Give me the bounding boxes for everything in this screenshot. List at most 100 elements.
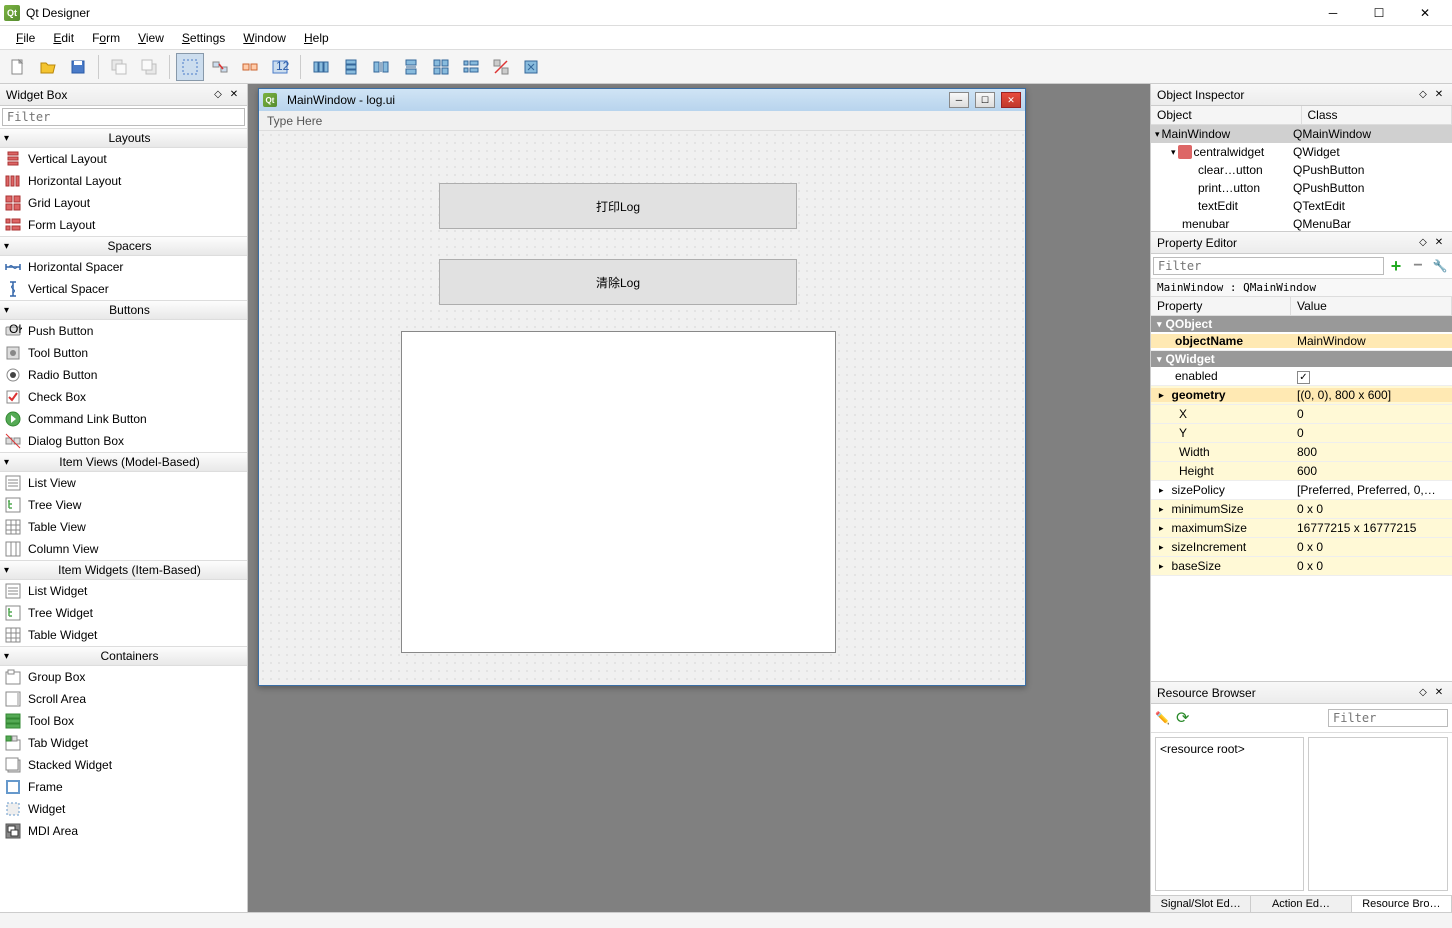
widget-item[interactable]: List View [0, 472, 247, 494]
widget-item[interactable]: MDI Area [0, 820, 247, 842]
layout-grid-icon[interactable] [427, 53, 455, 81]
edit-widgets-icon[interactable] [176, 53, 204, 81]
widget-item[interactable]: Vertical Spacer [0, 278, 247, 300]
open-file-icon[interactable] [34, 53, 62, 81]
config-icon[interactable]: 🔧 [1430, 256, 1450, 276]
category-header[interactable]: ▾Spacers [0, 236, 247, 256]
widget-item[interactable]: Tool Box [0, 710, 247, 732]
widget-item[interactable]: OKPush Button [0, 320, 247, 342]
type-here-hint[interactable]: Type Here [267, 114, 322, 128]
category-header[interactable]: ▾Item Widgets (Item-Based) [0, 560, 247, 580]
object-row[interactable]: menubarQMenuBar [1151, 215, 1452, 231]
resource-filter-input[interactable] [1328, 709, 1448, 727]
widget-item[interactable]: Tree View [0, 494, 247, 516]
widget-item[interactable]: Radio Button [0, 364, 247, 386]
edit-resources-icon[interactable]: ✏️ [1155, 711, 1170, 725]
property-group[interactable]: ▾ QObject [1151, 316, 1452, 332]
new-file-icon[interactable] [4, 53, 32, 81]
widget-item[interactable]: Tab Widget [0, 732, 247, 754]
property-table[interactable]: ▾ QObjectobjectNameMainWindow▾ QWidgeten… [1151, 316, 1452, 681]
print-log-button[interactable]: 打印Log [439, 183, 797, 229]
widget-item[interactable]: Command Link Button [0, 408, 247, 430]
category-header[interactable]: ▾Containers [0, 646, 247, 666]
dock-float-icon[interactable]: ◇ [1416, 88, 1430, 102]
close-button[interactable]: ✕ [1402, 0, 1448, 26]
menu-settings[interactable]: Settings [174, 29, 233, 47]
property-filter-input[interactable] [1153, 257, 1384, 275]
edit-buddies-icon[interactable] [236, 53, 264, 81]
menu-window[interactable]: Window [235, 29, 294, 47]
property-group[interactable]: ▾ QWidget [1151, 351, 1452, 367]
widget-item[interactable]: Form Layout [0, 214, 247, 236]
dock-float-icon[interactable]: ◇ [1416, 236, 1430, 250]
design-window[interactable]: Qt MainWindow - log.ui ─ ☐ ✕ Type Here 打… [258, 88, 1026, 686]
edit-signals-icon[interactable] [206, 53, 234, 81]
property-row[interactable]: ▸sizePolicy[Preferred, Preferred, 0,… [1151, 481, 1452, 500]
category-header[interactable]: ▾Buttons [0, 300, 247, 320]
design-window-titlebar[interactable]: Qt MainWindow - log.ui ─ ☐ ✕ [259, 89, 1025, 111]
clear-log-button[interactable]: 清除Log [439, 259, 797, 305]
widget-item[interactable]: Tool Button [0, 342, 247, 364]
bring-front-icon[interactable] [135, 53, 163, 81]
reload-resources-icon[interactable]: ⟳ [1176, 708, 1189, 728]
widget-item[interactable]: Column View [0, 538, 247, 560]
widget-item[interactable]: Check Box [0, 386, 247, 408]
category-header[interactable]: ▾Layouts [0, 128, 247, 148]
property-row[interactable]: Y0 [1151, 424, 1452, 443]
remove-property-icon[interactable]: − [1408, 256, 1428, 276]
widget-item[interactable]: Vertical Layout [0, 148, 247, 170]
widget-item[interactable]: Widget [0, 798, 247, 820]
property-row[interactable]: Height600 [1151, 462, 1452, 481]
object-row[interactable]: print…uttonQPushButton [1151, 179, 1452, 197]
minimize-button[interactable]: ─ [1310, 0, 1356, 26]
send-back-icon[interactable] [105, 53, 133, 81]
widget-item[interactable]: Scroll Area [0, 688, 247, 710]
object-row[interactable]: textEditQTextEdit [1151, 197, 1452, 215]
maximize-button[interactable]: ☐ [1356, 0, 1402, 26]
property-row[interactable]: ▸geometry[(0, 0), 800 x 600] [1151, 386, 1452, 405]
property-row[interactable]: objectNameMainWindow [1151, 332, 1452, 351]
adjust-size-icon[interactable] [517, 53, 545, 81]
widget-item[interactable]: Frame [0, 776, 247, 798]
menu-file[interactable]: File [8, 29, 43, 47]
dock-float-icon[interactable]: ◇ [211, 88, 225, 102]
widget-item[interactable]: Dialog Button Box [0, 430, 247, 452]
design-canvas[interactable]: 打印Log 清除Log [259, 131, 1025, 685]
edit-taborder-icon[interactable]: 123 [266, 53, 294, 81]
resource-preview[interactable] [1308, 737, 1449, 891]
property-row[interactable]: ▸baseSize0 x 0 [1151, 557, 1452, 576]
widget-filter-input[interactable] [2, 108, 245, 126]
widget-item[interactable]: Table Widget [0, 624, 247, 646]
layout-horiz-splitter-icon[interactable] [367, 53, 395, 81]
break-layout-icon[interactable] [487, 53, 515, 81]
property-row[interactable]: Width800 [1151, 443, 1452, 462]
design-menubar[interactable]: Type Here [259, 111, 1025, 131]
tab-resource-browser[interactable]: Resource Bro… [1352, 896, 1452, 912]
tab-action-editor[interactable]: Action Ed… [1251, 896, 1351, 912]
tab-signal-slot[interactable]: Signal/Slot Ed… [1151, 896, 1251, 912]
dock-close-icon[interactable]: ✕ [1432, 236, 1446, 250]
dock-close-icon[interactable]: ✕ [227, 88, 241, 102]
widget-item[interactable]: Horizontal Spacer [0, 256, 247, 278]
design-max-button[interactable]: ☐ [975, 92, 995, 108]
menu-view[interactable]: View [130, 29, 172, 47]
object-row[interactable]: ▾MainWindowQMainWindow [1151, 125, 1452, 143]
property-row[interactable]: ▸maximumSize16777215 x 16777215 [1151, 519, 1452, 538]
save-file-icon[interactable] [64, 53, 92, 81]
menu-help[interactable]: Help [296, 29, 337, 47]
widget-item[interactable]: List Widget [0, 580, 247, 602]
widget-item[interactable]: Stacked Widget [0, 754, 247, 776]
menu-form[interactable]: Form [84, 29, 128, 47]
widget-item[interactable]: Tree Widget [0, 602, 247, 624]
menu-edit[interactable]: Edit [45, 29, 82, 47]
widget-item[interactable]: Table View [0, 516, 247, 538]
layout-vert-icon[interactable] [337, 53, 365, 81]
layout-horiz-icon[interactable] [307, 53, 335, 81]
property-row[interactable]: X0 [1151, 405, 1452, 424]
widget-item[interactable]: Group Box [0, 666, 247, 688]
object-tree[interactable]: ▾MainWindowQMainWindow▾centralwidgetQWid… [1151, 125, 1452, 231]
widget-item[interactable]: Horizontal Layout [0, 170, 247, 192]
design-close-button[interactable]: ✕ [1001, 92, 1021, 108]
dock-float-icon[interactable]: ◇ [1416, 686, 1430, 700]
log-textedit[interactable] [401, 331, 836, 653]
